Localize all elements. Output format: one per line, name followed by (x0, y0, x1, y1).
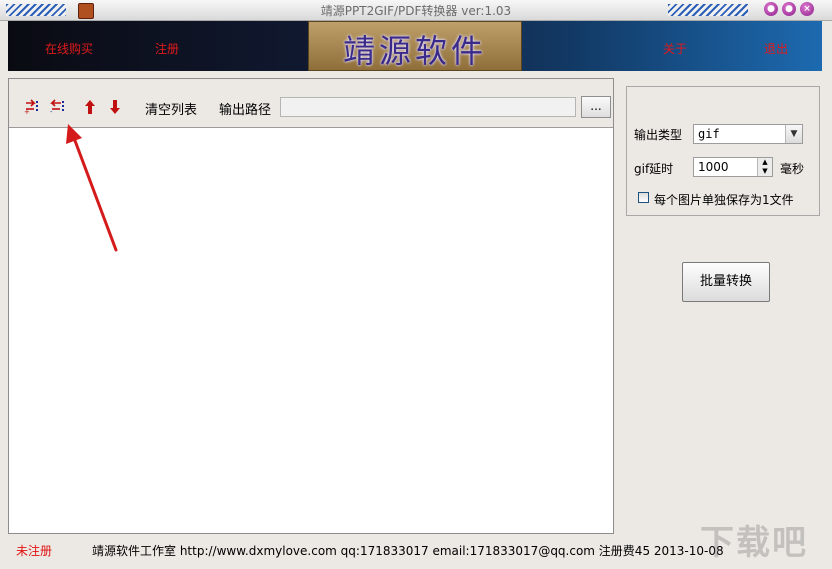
move-down-icon[interactable] (106, 98, 124, 116)
output-type-value: gif (698, 127, 720, 141)
about-link[interactable]: 关于 (663, 40, 687, 57)
output-type-select[interactable]: gif ▼ (693, 124, 803, 144)
minimize-button[interactable]: ● (764, 2, 778, 16)
gif-delay-label: gif延时 (634, 162, 674, 176)
clear-list-button[interactable]: 清空列表 (145, 99, 197, 118)
chevron-down-icon[interactable]: ▼ (785, 125, 802, 143)
header-banner: 在线购买 注册 靖源软件 关于 退出 (8, 21, 822, 71)
title-bar-decoration-right (668, 4, 748, 16)
svg-text:+: + (24, 108, 30, 116)
batch-convert-button[interactable]: 批量转换 (682, 262, 770, 302)
exit-link[interactable]: 退出 (764, 40, 788, 57)
browse-button[interactable]: ... (581, 96, 611, 118)
save-each-checkbox[interactable] (638, 192, 649, 203)
output-path-label: 输出路径 (219, 103, 272, 118)
add-files-icon[interactable]: + (23, 98, 41, 116)
gif-delay-unit: 毫秒 (780, 162, 805, 176)
gif-delay-spinner[interactable]: 1000 ▲ ▼ (693, 157, 773, 177)
buy-online-link[interactable]: 在线购买 (45, 40, 93, 57)
save-each-label[interactable]: 每个图片单独保存为1文件 (654, 191, 794, 208)
spinner-arrows-icon[interactable]: ▲ ▼ (757, 158, 772, 176)
maximize-button[interactable]: ● (782, 2, 796, 16)
studio-info: 靖源软件工作室 http://www.dxmylove.com qq:17183… (92, 544, 724, 558)
close-button[interactable]: × (800, 2, 814, 16)
gif-delay-value: 1000 (698, 160, 729, 174)
logo-text: 靖源软件 (342, 32, 487, 70)
title-bar: 靖源PPT2GIF/PDF转换器 ver:1.03 ● ● × (0, 0, 832, 21)
move-up-icon[interactable] (81, 98, 99, 116)
output-type-label: 输出类型 (634, 128, 683, 142)
remove-files-icon[interactable]: - (49, 98, 67, 116)
output-path-input[interactable] (280, 97, 576, 117)
toolbar: + - 清空列表 输出路径 ... (9, 79, 613, 128)
watermark: 下载吧 (700, 523, 808, 563)
unregistered-status: 未注册 (16, 544, 53, 558)
register-link[interactable]: 注册 (155, 40, 179, 57)
annotation-arrow-icon (66, 124, 118, 252)
logo: 靖源软件 (308, 21, 522, 71)
